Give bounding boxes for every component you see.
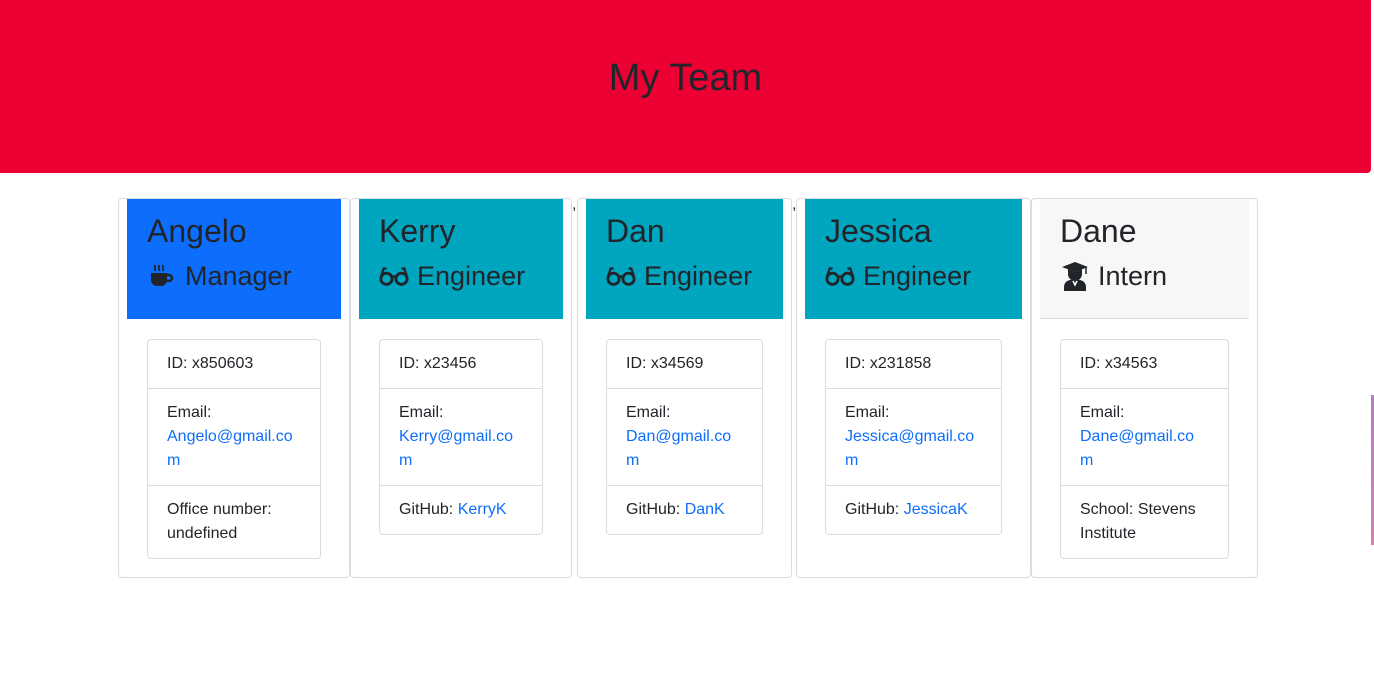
employee-id: x34569 xyxy=(650,355,704,372)
github-item: GitHub: JessicaK xyxy=(826,485,1001,534)
employee-role: Engineer xyxy=(606,261,763,291)
team-header: My Team xyxy=(0,0,1371,173)
employee-id: x23456 xyxy=(423,355,477,372)
role-label: Manager xyxy=(185,261,292,291)
employee-role: Intern xyxy=(1060,261,1229,291)
email-item: Email: Angelo@gmail.co m xyxy=(148,388,320,485)
employee-card-dan: Dan Engineer ID: x34569 Email: Dan@gmail… xyxy=(577,198,792,578)
employee-name: Dan xyxy=(606,213,665,249)
page-title: My Team xyxy=(608,57,763,99)
employee-card-dane: Dane Intern ID: x34563 Email: Dane@gmail… xyxy=(1031,198,1258,578)
info-list: ID: x850603 Email: Angelo@gmail.co m Offi… xyxy=(147,339,321,559)
github-link[interactable]: KerryK xyxy=(458,501,507,518)
employee-role: Engineer xyxy=(825,261,1002,291)
glasses-icon xyxy=(825,261,855,291)
separator-comma: , xyxy=(572,196,577,213)
github-item: GitHub: KerryK xyxy=(380,485,542,534)
employee-id: x34563 xyxy=(1104,355,1158,372)
email-link[interactable]: Jessica@gmail.co m xyxy=(845,428,974,469)
github-item: GitHub: DanK xyxy=(607,485,762,534)
card-header: Angelo Manager xyxy=(127,199,341,319)
id-item: ID: x231858 xyxy=(845,355,932,372)
employee-name: Angelo xyxy=(147,213,247,249)
role-label: Engineer xyxy=(417,261,526,291)
info-list: ID: x231858 Email: Jessica@gmail.co m Git… xyxy=(825,339,1002,535)
email-label: Email: xyxy=(1080,404,1125,421)
role-label: Engineer xyxy=(644,261,753,291)
github-link[interactable]: DanK xyxy=(685,501,725,518)
email-item: Email: Jessica@gmail.co m xyxy=(826,388,1001,485)
graduate-icon xyxy=(1060,261,1090,291)
employee-name: Jessica xyxy=(825,213,932,249)
card-header: Dan Engineer xyxy=(586,199,783,319)
email-link[interactable]: Dan@gmail.co m xyxy=(626,428,731,469)
email-label: Email: xyxy=(626,404,671,421)
employee-card-angelo: Angelo Manager ID: x850603 Email: Angelo… xyxy=(118,198,350,578)
id-item: ID: x850603 xyxy=(167,355,254,372)
employee-card-kerry: Kerry Engineer ID: x23456 Email: Kerry@g… xyxy=(350,198,572,578)
employee-role: Manager xyxy=(147,261,321,291)
employee-id: x850603 xyxy=(191,355,254,372)
email-label: Email: xyxy=(167,404,212,421)
info-list: ID: x34569 Email: Dan@gmail.co m GitHub: … xyxy=(606,339,763,535)
card-header: Dane Intern xyxy=(1040,199,1249,319)
info-list: ID: x34563 Email: Dane@gmail.co m School:… xyxy=(1060,339,1229,559)
card-header: Jessica Engineer xyxy=(805,199,1022,319)
role-label: Intern xyxy=(1098,261,1168,291)
employee-card-jessica: Jessica Engineer ID: x231858 Email: Jess… xyxy=(796,198,1031,578)
id-item: ID: x23456 xyxy=(399,355,477,372)
role-label: Engineer xyxy=(863,261,972,291)
glasses-icon xyxy=(379,261,409,291)
coffee-icon xyxy=(147,261,177,291)
email-link[interactable]: Kerry@gmail.co m xyxy=(399,428,513,469)
info-list: ID: x23456 Email: Kerry@gmail.co m GitHub… xyxy=(379,339,543,535)
employee-name: Kerry xyxy=(379,213,456,249)
email-link[interactable]: Angelo@gmail.co m xyxy=(167,428,293,469)
email-label: Email: xyxy=(399,404,444,421)
email-link[interactable]: Dane@gmail.co m xyxy=(1080,428,1194,469)
email-label: Email: xyxy=(845,404,890,421)
github-link[interactable]: JessicaK xyxy=(904,501,968,518)
school-item: School: Stevens Institute xyxy=(1061,485,1228,558)
glasses-icon xyxy=(606,261,636,291)
id-item: ID: x34569 xyxy=(626,355,704,372)
email-item: Email: Kerry@gmail.co m xyxy=(380,388,542,485)
id-item: ID: x34563 xyxy=(1080,355,1158,372)
employee-name: Dane xyxy=(1060,213,1137,249)
card-header: Kerry Engineer xyxy=(359,199,563,319)
employee-id: x231858 xyxy=(869,355,932,372)
email-item: Email: Dane@gmail.co m xyxy=(1061,388,1228,485)
employee-role: Engineer xyxy=(379,261,543,291)
office-number-item: Office number: undefined xyxy=(148,485,320,558)
email-item: Email: Dan@gmail.co m xyxy=(607,388,762,485)
